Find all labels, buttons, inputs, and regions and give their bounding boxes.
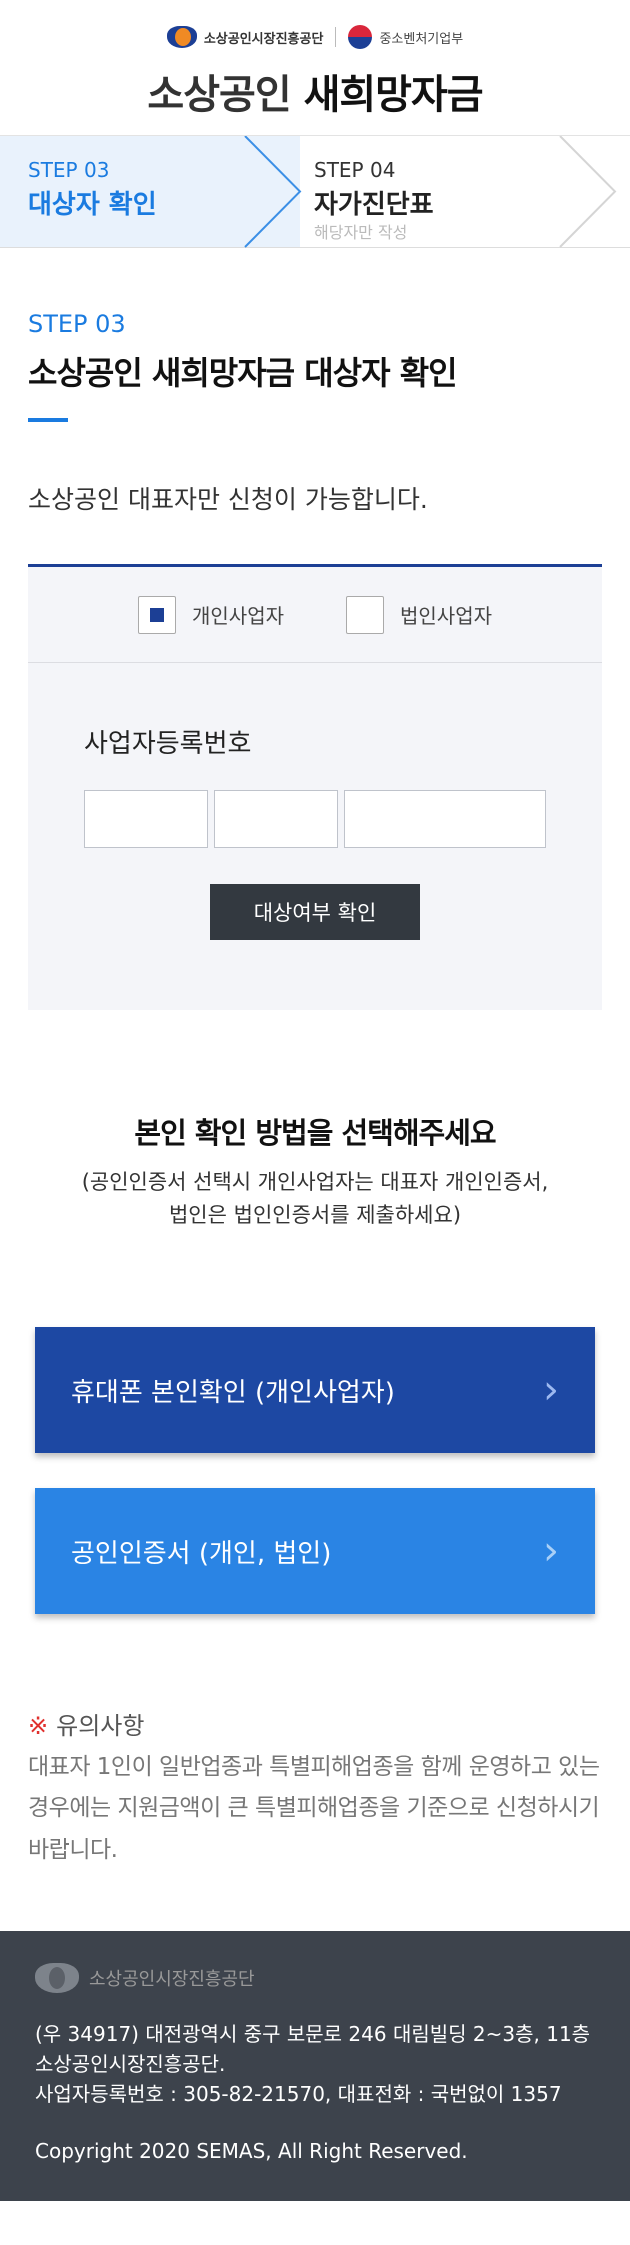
step-number: STEP 04 (314, 158, 396, 182)
option-corporate[interactable]: 법인사업자 (346, 595, 492, 634)
section-title-underline (28, 418, 68, 422)
mss-logo[interactable]: 중소벤처기업부 (348, 25, 463, 49)
business-type-options: 개인사업자 법인사업자 (28, 567, 602, 663)
step-label: 대상자 확인 (28, 190, 157, 220)
notice-mark: ※ (28, 1712, 49, 1741)
notice-title-text: 유의사항 (56, 1712, 145, 1741)
section-title: 소상공인 새희망자금 대상자 확인 (28, 354, 458, 392)
step-sublabel: 해당자만 작성 (314, 223, 408, 242)
check-eligibility-button[interactable]: 대상여부 확인 (210, 884, 420, 940)
footer-biz-info: 사업자등록번호 : 305-82-21570, 대표전화 : 국번없이 1357 (35, 2082, 562, 2107)
footer-logo: 소상공인시장진흥공단 (35, 1963, 595, 1994)
section-step: STEP 03 (28, 310, 126, 338)
option-individual[interactable]: 개인사업자 (138, 595, 284, 634)
mss-logo-icon (348, 25, 373, 49)
certificate-verify-button[interactable]: 공인인증서 (개인, 법인) › (35, 1488, 595, 1615)
step-03[interactable]: STEP 03 대상자 확인 (28, 158, 157, 221)
step-number: STEP 03 (28, 158, 110, 182)
business-check-form: 개인사업자 법인사업자 사업자등록번호 대상여부 확인 (28, 564, 602, 1010)
option-label: 개인사업자 (192, 604, 284, 628)
phone-verify-button[interactable]: 휴대폰 본인확인 (개인사업자) › (35, 1327, 595, 1454)
verification-section: 본인 확인 방법을 선택해주세요 (공인인증서 선택시 개인사업자는 대표자 개… (0, 1110, 630, 1231)
footer-address: (우 34917) 대전광역시 중구 보문로 246 대림빌딩 2~3층, 11… (35, 2022, 591, 2077)
verification-note-line2: 법인은 법인인증서를 제출하세요) (168, 1202, 462, 1227)
semas-logo-icon (35, 1963, 79, 1994)
page-title: 소상공인 새희망자금 (0, 62, 630, 120)
title-bold: 새희망자금 (303, 72, 484, 118)
chevron-right-icon: › (543, 1367, 559, 1414)
checkbox-corporate[interactable] (346, 595, 384, 634)
logos: 소상공인시장진흥공단 중소벤처기업부 (0, 22, 630, 52)
notice-section: ※ 유의사항 대표자 1인이 일반업종과 특별피해업종을 함께 운영하고 있는 경… (0, 1706, 630, 1871)
step-04[interactable]: STEP 04 자가진단표 해당자만 작성 (314, 158, 434, 243)
step-label: 자가진단표 (314, 190, 434, 220)
business-number-inputs (84, 790, 546, 848)
semas-logo[interactable]: 소상공인시장진흥공단 (166, 26, 324, 48)
verification-note: (공인인증서 선택시 개인사업자는 대표자 개인인증서, 법인은 법인인증서를 … (0, 1166, 630, 1231)
verification-title: 본인 확인 방법을 선택해주세요 (134, 1116, 496, 1150)
certificate-verify-label: 공인인증서 (개인, 법인) (71, 1538, 332, 1569)
step-progress-bar: STEP 03 대상자 확인 STEP 04 자가진단표 해당자만 작성 (0, 136, 630, 248)
site-footer: 소상공인시장진흥공단 (우 34917) 대전광역시 중구 보문로 246 대림… (0, 1931, 630, 2202)
footer-address-block: (우 34917) 대전광역시 중구 보문로 246 대림빌딩 2~3층, 11… (35, 2019, 595, 2109)
phone-verify-label: 휴대폰 본인확인 (개인사업자) (71, 1377, 395, 1408)
business-number-part3[interactable] (344, 790, 546, 848)
footer-org: 소상공인시장진흥공단 (89, 1969, 255, 1991)
footer-copyright: Copyright 2020 SEMAS, All Right Reserved… (35, 2139, 468, 2164)
option-label: 법인사업자 (400, 604, 492, 628)
form-body: 사업자등록번호 대상여부 확인 (28, 663, 602, 1010)
site-header: 소상공인시장진흥공단 중소벤처기업부 소상공인 새희망자금 (0, 0, 630, 136)
title-light: 소상공인 (147, 72, 291, 118)
checked-mark (150, 607, 164, 622)
business-number-part1[interactable] (84, 790, 208, 848)
business-number-label: 사업자등록번호 (84, 729, 252, 759)
target-check-section: STEP 03 소상공인 새희망자금 대상자 확인 소상공인 대표자만 신청이 … (0, 310, 630, 516)
semas-logo-icon (166, 26, 197, 48)
logo-divider (335, 27, 337, 47)
section-description: 소상공인 대표자만 신청이 가능합니다. (28, 485, 428, 514)
mss-logo-text: 중소벤처기업부 (379, 31, 464, 47)
verification-note-line1: (공인인증서 선택시 개인사업자는 대표자 개인인증서, (81, 1170, 549, 1194)
chevron-right-icon: › (543, 1528, 559, 1575)
checkbox-individual[interactable] (138, 595, 176, 634)
notice-title: ※ 유의사항 (28, 1706, 602, 1741)
notice-text: 대표자 1인이 일반업종과 특별피해업종을 함께 운영하고 있는 경우에는 지원… (28, 1754, 600, 1863)
business-number-part2[interactable] (214, 790, 338, 848)
semas-logo-text: 소상공인시장진흥공단 (203, 31, 324, 47)
